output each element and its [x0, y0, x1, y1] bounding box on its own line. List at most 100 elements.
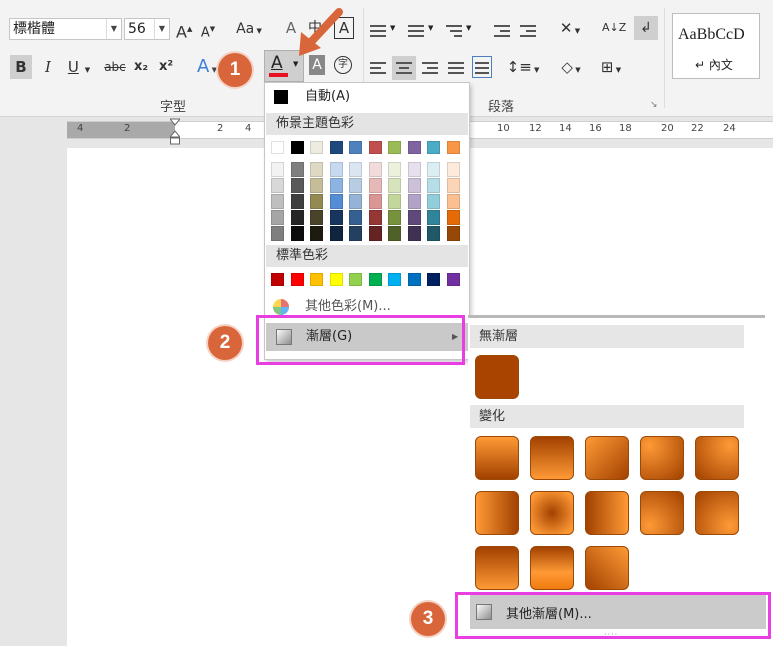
theme-shade-swatch[interactable]	[349, 162, 362, 177]
theme-shade-swatch[interactable]	[329, 194, 343, 209]
theme-shade-swatch[interactable]	[446, 226, 460, 241]
gradient-variation-swatch[interactable]	[585, 491, 629, 535]
theme-shade-swatch[interactable]	[310, 162, 323, 177]
theme-color-swatch[interactable]	[446, 141, 460, 154]
align-right-button[interactable]	[422, 58, 440, 78]
theme-shade-swatch[interactable]	[368, 178, 382, 193]
align-left-button[interactable]	[370, 58, 388, 78]
numbering-button[interactable]: ▼	[408, 20, 438, 40]
shading-button[interactable]: ◇ ▼	[554, 55, 588, 79]
theme-shade-swatch[interactable]	[427, 178, 440, 193]
indent-marker[interactable]	[168, 117, 182, 145]
sort-button[interactable]: A↓Z	[602, 16, 626, 40]
theme-color-swatch[interactable]	[407, 141, 421, 154]
gradient-variation-swatch[interactable]	[585, 546, 629, 590]
theme-shade-swatch[interactable]	[310, 210, 323, 225]
standard-color-swatch[interactable]	[310, 273, 323, 286]
standard-color-swatch[interactable]	[388, 273, 401, 286]
gradient-variation-swatch[interactable]	[585, 436, 629, 480]
font-color-dropdown-icon[interactable]: ▼	[293, 60, 298, 68]
distributed-button[interactable]	[472, 56, 492, 78]
shrink-font-button[interactable]: A▼	[200, 17, 216, 41]
grow-font-button[interactable]: A▲	[176, 17, 192, 41]
standard-color-swatch[interactable]	[290, 273, 304, 286]
gradient-variation-swatch[interactable]	[530, 491, 574, 535]
theme-shade-swatch[interactable]	[446, 210, 460, 225]
theme-shade-swatch[interactable]	[271, 226, 284, 241]
theme-shade-swatch[interactable]	[427, 226, 440, 241]
standard-color-swatch[interactable]	[407, 273, 421, 286]
theme-shade-swatch[interactable]	[310, 226, 323, 241]
theme-shade-swatch[interactable]	[329, 226, 343, 241]
font-name-combo[interactable]: 標楷體 ▼	[9, 18, 122, 40]
gradient-variation-swatch[interactable]	[530, 436, 574, 480]
line-spacing-button[interactable]: ↕≡ ▼	[506, 55, 540, 79]
strikethrough-button[interactable]: abc	[102, 55, 128, 79]
gradient-variation-swatch[interactable]	[475, 546, 519, 590]
theme-shade-swatch[interactable]	[290, 194, 304, 209]
decrease-indent-button[interactable]	[494, 20, 512, 40]
gradient-variation-swatch[interactable]	[695, 491, 739, 535]
theme-shade-swatch[interactable]	[427, 210, 440, 225]
theme-color-swatch[interactable]	[271, 141, 284, 154]
bullets-dropdown-icon[interactable]: ▼	[390, 24, 395, 32]
theme-shade-swatch[interactable]	[310, 178, 323, 193]
theme-shade-swatch[interactable]	[388, 178, 401, 193]
theme-shade-swatch[interactable]	[446, 178, 460, 193]
standard-color-swatch[interactable]	[329, 273, 343, 286]
paragraph-dialog-launcher-icon[interactable]: ↘	[650, 100, 658, 110]
standard-color-swatch[interactable]	[427, 273, 440, 286]
theme-shade-swatch[interactable]	[388, 226, 401, 241]
superscript-button[interactable]: x²	[156, 55, 176, 79]
theme-shade-swatch[interactable]	[407, 210, 421, 225]
theme-shade-swatch[interactable]	[271, 178, 284, 193]
theme-shade-swatch[interactable]	[349, 210, 362, 225]
multilevel-list-button[interactable]: ▼	[446, 20, 476, 40]
align-center-button[interactable]	[392, 56, 416, 80]
theme-shade-swatch[interactable]	[446, 194, 460, 209]
character-shading-button[interactable]: A	[309, 55, 325, 75]
theme-shade-swatch[interactable]	[349, 194, 362, 209]
gradient-variation-swatch[interactable]	[475, 436, 519, 480]
theme-shade-swatch[interactable]	[368, 194, 382, 209]
borders-button[interactable]: ⊞ ▼	[594, 55, 628, 79]
theme-shade-swatch[interactable]	[388, 210, 401, 225]
change-case-button[interactable]: Aa ▼	[232, 17, 266, 41]
enclose-characters-button[interactable]: 字	[334, 56, 352, 74]
theme-shade-swatch[interactable]	[407, 226, 421, 241]
theme-shade-swatch[interactable]	[329, 162, 343, 177]
theme-color-swatch[interactable]	[368, 141, 382, 154]
gradient-variation-swatch[interactable]	[640, 491, 684, 535]
asian-layout-button[interactable]: ✕ ▼	[552, 16, 588, 40]
theme-color-swatch[interactable]	[349, 141, 362, 154]
bullets-button[interactable]: ▼	[370, 20, 400, 40]
theme-shade-swatch[interactable]	[271, 194, 284, 209]
theme-shade-swatch[interactable]	[329, 178, 343, 193]
standard-color-swatch[interactable]	[349, 273, 362, 286]
theme-color-swatch[interactable]	[388, 141, 401, 154]
theme-shade-swatch[interactable]	[368, 210, 382, 225]
automatic-color-item[interactable]: 自動(A)	[265, 85, 469, 109]
theme-shade-swatch[interactable]	[446, 162, 460, 177]
bold-button[interactable]: B	[10, 55, 32, 79]
theme-shade-swatch[interactable]	[388, 162, 401, 177]
numbering-dropdown-icon[interactable]: ▼	[428, 24, 433, 32]
gradient-variation-swatch[interactable]	[640, 436, 684, 480]
theme-color-swatch[interactable]	[427, 141, 440, 154]
increase-indent-button[interactable]	[520, 20, 538, 40]
subscript-button[interactable]: x₂	[131, 55, 151, 79]
theme-shade-swatch[interactable]	[368, 162, 382, 177]
italic-button[interactable]: I	[38, 55, 58, 79]
theme-shade-swatch[interactable]	[290, 178, 304, 193]
theme-shade-swatch[interactable]	[310, 194, 323, 209]
font-name-dropdown-icon[interactable]: ▼	[106, 19, 121, 39]
theme-shade-swatch[interactable]	[407, 194, 421, 209]
no-gradient-swatch[interactable]	[475, 355, 519, 399]
theme-shade-swatch[interactable]	[349, 226, 362, 241]
standard-color-swatch[interactable]	[271, 273, 284, 286]
font-size-combo[interactable]: 56 ▼	[124, 18, 170, 40]
theme-shade-swatch[interactable]	[388, 194, 401, 209]
style-normal[interactable]: AaBbCcD ↵ 內文	[672, 13, 760, 79]
theme-color-swatch[interactable]	[290, 141, 304, 154]
standard-color-swatch[interactable]	[368, 273, 382, 286]
